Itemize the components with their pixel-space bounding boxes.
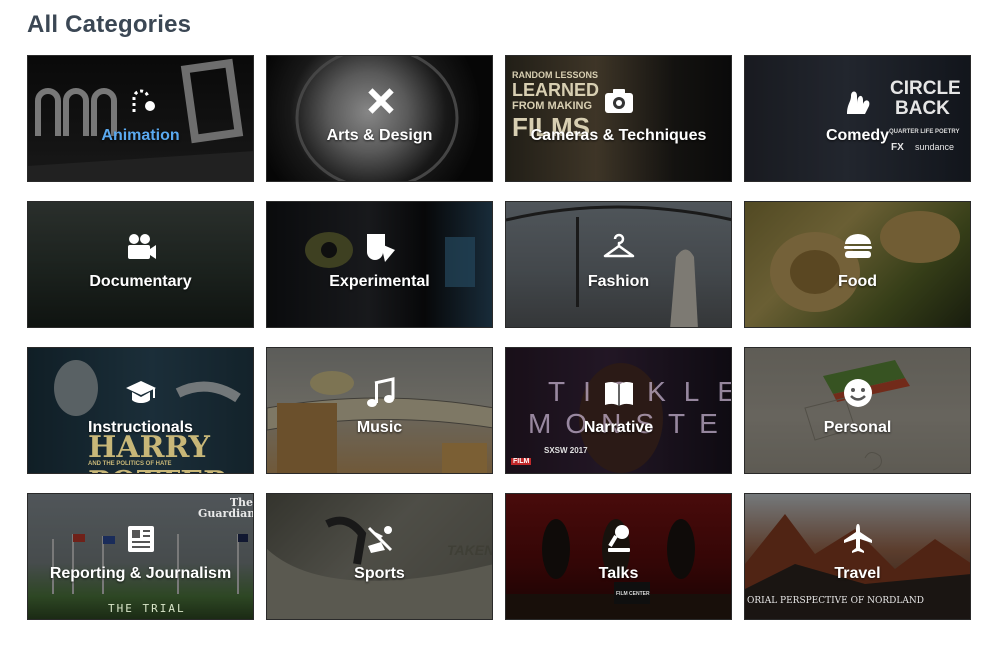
category-label: Fashion (587, 273, 650, 290)
category-tile-food[interactable]: Food (744, 201, 971, 328)
category-tile-fashion[interactable]: Fashion (505, 201, 732, 328)
music-note-icon (362, 375, 398, 411)
category-tile-reporting-journalism[interactable]: The Guardian THE TRIAL Reporting & Journ… (27, 493, 254, 620)
category-label: Instructionals (88, 419, 193, 436)
category-tile-instructionals[interactable]: HARRY POTTER AND THE POLITICS OF HATE In… (27, 347, 254, 474)
category-tile-comedy[interactable]: CIRCLE BACK QUARTER LIFE POETRY FX sunda… (744, 55, 971, 182)
category-tile-talks[interactable]: FILM CENTER Talks (505, 493, 732, 620)
smiley-icon (840, 375, 876, 411)
category-tile-experimental[interactable]: Experimental (266, 201, 493, 328)
category-label: Personal (823, 419, 892, 436)
airplane-icon (840, 521, 876, 557)
page-title: All Categories (27, 11, 192, 38)
category-label: Documentary (89, 273, 192, 290)
category-label: Travel (834, 565, 881, 582)
category-label: Animation (101, 127, 180, 144)
camera-icon (601, 83, 637, 119)
category-tile-sports[interactable]: TAKEN Sports (266, 493, 493, 620)
category-label: Experimental (329, 273, 430, 290)
anchor-hook-icon (123, 83, 159, 119)
graduation-cap-icon (123, 375, 159, 411)
video-camera-icon (123, 229, 159, 265)
category-label: Narrative (583, 419, 654, 436)
burger-icon (840, 229, 876, 265)
category-label: Music (356, 419, 403, 436)
category-tile-documentary[interactable]: Documentary (27, 201, 254, 328)
category-label: Reporting & Journalism (49, 565, 232, 582)
category-label: Sports (354, 565, 405, 582)
category-tile-narrative[interactable]: TICKLE MONSTER SXSW 2017 FILM Narrative (505, 347, 732, 474)
newspaper-icon (123, 521, 159, 557)
category-tile-cameras-techniques[interactable]: RANDOM LESSONS LEARNED FROM MAKING FILMS… (505, 55, 732, 182)
category-label: Cameras & Techniques (530, 127, 707, 144)
category-tile-music[interactable]: Music (266, 347, 493, 474)
category-tile-animation[interactable]: Animation (27, 55, 254, 182)
pencil-ruler-icon (362, 83, 398, 119)
category-grid: Animation Arts & Design RANDOM LESSONS L… (27, 55, 972, 620)
category-tile-travel[interactable]: ORIAL PERSPECTIVE OF NORDLAND Travel (744, 493, 971, 620)
open-book-icon (601, 375, 637, 411)
shapes-icon (362, 229, 398, 265)
category-label: Arts & Design (326, 127, 433, 144)
hand-drawn-icon (840, 83, 876, 119)
category-label: Talks (598, 565, 639, 582)
microphone-icon (601, 521, 637, 557)
sports-icon (362, 521, 398, 557)
category-label: Comedy (825, 127, 890, 144)
category-tile-personal[interactable]: Personal (744, 347, 971, 474)
category-tile-arts-design[interactable]: Arts & Design (266, 55, 493, 182)
hanger-icon (601, 229, 637, 265)
category-label: Food (837, 273, 878, 290)
